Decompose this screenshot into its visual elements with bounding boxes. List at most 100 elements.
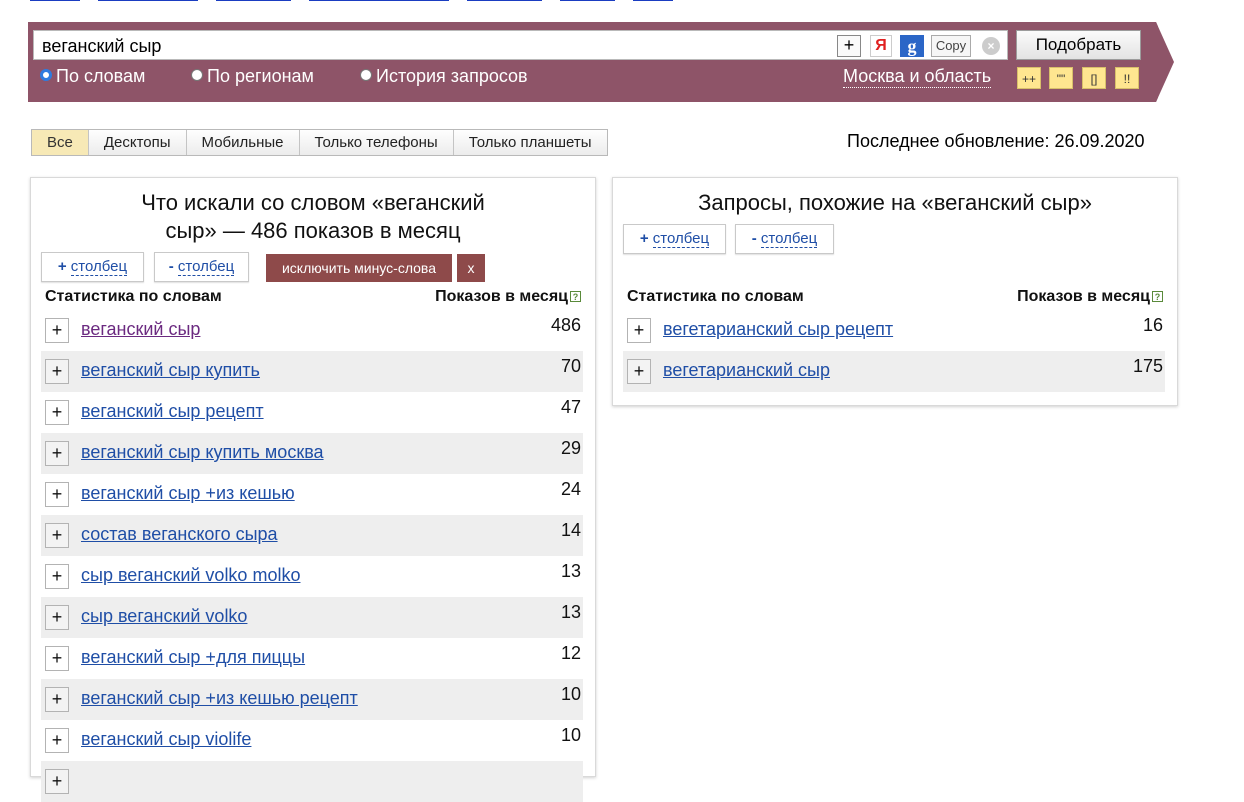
add-phrase-button[interactable]: + bbox=[627, 318, 651, 343]
impressions-count: 16 bbox=[1142, 315, 1163, 335]
phrase-link[interactable]: сыр веганский volko bbox=[81, 606, 247, 627]
add-phrase-button[interactable]: + bbox=[45, 359, 69, 384]
col-header-impressions: Показов в месяц? bbox=[1017, 288, 1163, 306]
impressions-count: 10 bbox=[560, 684, 581, 704]
impressions-count: 13 bbox=[560, 561, 581, 581]
add-phrase-button[interactable]: + bbox=[45, 400, 69, 425]
right-panel-title: Запросы, похожие на «веганский сыр» bbox=[698, 190, 1092, 215]
phrase-link[interactable]: вегетарианский сыр рецепт bbox=[663, 319, 893, 340]
add-phrase-button[interactable]: + bbox=[45, 482, 69, 507]
search-input[interactable]: веганский сыр + Я g Copy × bbox=[33, 30, 1008, 60]
phrase-link[interactable]: веганский сыр +из кешью bbox=[81, 483, 295, 504]
minus-sign: - bbox=[168, 258, 174, 275]
add-phrase-button[interactable]: + bbox=[45, 687, 69, 712]
submit-button[interactable]: Подобрать bbox=[1016, 30, 1141, 60]
tab-phones-only[interactable]: Только телефоны bbox=[299, 130, 454, 155]
region-link[interactable]: Москва и область bbox=[843, 66, 992, 88]
add-phrase-button[interactable]: + bbox=[45, 318, 69, 343]
radio-by-regions[interactable]: По регионам bbox=[191, 66, 314, 87]
left-panel-title: Что искали со словом «веганский сыр» — 4… bbox=[31, 189, 595, 245]
impressions-count: 29 bbox=[560, 438, 581, 458]
clear-icon[interactable]: × bbox=[982, 37, 1000, 55]
operator-exclaim-button[interactable]: !! bbox=[1115, 67, 1139, 89]
minus-sign: - bbox=[751, 230, 757, 247]
radio-label: По регионам bbox=[207, 66, 314, 86]
table-row: + веганский сыр +для пиццы 12 bbox=[41, 638, 583, 679]
plus-sign: + bbox=[639, 230, 649, 247]
remove-column-button[interactable]: - столбец bbox=[735, 224, 834, 254]
phrase-link[interactable]: веганский сыр bbox=[81, 319, 200, 340]
table-row: + bbox=[41, 761, 583, 802]
table-row: + веганский сыр 486 bbox=[41, 310, 583, 351]
add-phrase-button[interactable]: + bbox=[45, 564, 69, 589]
right-results-panel: Запросы, похожие на «веганский сыр» + ст… bbox=[612, 177, 1178, 406]
left-title-line2: сыр» — 486 показов в месяц bbox=[165, 218, 461, 243]
add-column-label: столбец bbox=[652, 230, 710, 248]
search-query-text[interactable]: веганский сыр bbox=[42, 36, 161, 57]
top-nav-cut bbox=[30, 0, 730, 2]
yandex-icon[interactable]: Я bbox=[870, 35, 892, 57]
impressions-count: 24 bbox=[560, 479, 581, 499]
phrase-link[interactable]: веганский сыр +из кешью рецепт bbox=[81, 688, 358, 709]
operator-brackets-button[interactable]: [] bbox=[1082, 67, 1106, 89]
radio-dot[interactable] bbox=[40, 69, 52, 81]
copy-button[interactable]: Copy bbox=[931, 35, 971, 57]
add-phrase-button[interactable]: + bbox=[45, 523, 69, 548]
table-row: + вегетарианский сыр рецепт 16 bbox=[623, 310, 1165, 351]
col-header-impressions-label: Показов в месяц bbox=[1017, 288, 1150, 305]
impressions-count: 12 bbox=[560, 643, 581, 663]
table-row: + веганский сыр violife 10 bbox=[41, 720, 583, 761]
tab-tablets-only[interactable]: Только планшеты bbox=[453, 130, 607, 155]
google-icon[interactable]: g bbox=[900, 35, 924, 57]
add-phrase-button[interactable]: + bbox=[45, 441, 69, 466]
remove-column-button[interactable]: - столбец bbox=[154, 252, 249, 282]
phrase-link[interactable]: сыр веганский volko molko bbox=[81, 565, 300, 586]
left-results-list: + веганский сыр 486 + веганский сыр купить 70… bbox=[41, 310, 583, 802]
phrase-link[interactable]: веганский сыр рецепт bbox=[81, 401, 264, 422]
right-results-list: + вегетарианский сыр рецепт 16 + вегетарианс… bbox=[623, 310, 1165, 392]
col-header-words: Статистика по словам bbox=[627, 288, 804, 305]
table-row: + состав веганского сыра 14 bbox=[41, 515, 583, 556]
phrase-link[interactable]: веганский сыр купить bbox=[81, 360, 260, 381]
add-phrase-button[interactable]: + bbox=[627, 359, 651, 384]
add-phrase-button[interactable]: + bbox=[45, 646, 69, 671]
impressions-count: 486 bbox=[550, 315, 581, 335]
impressions-count: 14 bbox=[560, 520, 581, 540]
phrase-link[interactable]: вегетарианский сыр bbox=[663, 360, 830, 381]
table-row: + сыр веганский volko 13 bbox=[41, 597, 583, 638]
tab-mobile[interactable]: Мобильные bbox=[186, 130, 300, 155]
radio-history[interactable]: История запросов bbox=[360, 66, 528, 87]
phrase-link[interactable]: веганский сыр violife bbox=[81, 729, 251, 750]
impressions-count: 10 bbox=[560, 725, 581, 745]
operator-plus-button[interactable]: ++ bbox=[1017, 67, 1041, 89]
radio-dot[interactable] bbox=[360, 69, 372, 81]
operator-quotes-button[interactable]: "" bbox=[1049, 67, 1073, 89]
impressions-count: 13 bbox=[560, 602, 581, 622]
plus-operator-icon[interactable]: + bbox=[837, 35, 861, 57]
phrase-link[interactable]: веганский сыр +для пиццы bbox=[81, 647, 305, 668]
add-phrase-button[interactable]: + bbox=[45, 769, 69, 794]
add-column-button[interactable]: + столбец bbox=[623, 224, 726, 254]
add-phrase-button[interactable]: + bbox=[45, 605, 69, 630]
table-row: + веганский сыр +из кешью рецепт 10 bbox=[41, 679, 583, 720]
tab-all[interactable]: Все bbox=[32, 130, 89, 155]
exclude-close-button[interactable]: x bbox=[457, 254, 485, 282]
add-column-label: столбец bbox=[70, 258, 128, 276]
radio-dot[interactable] bbox=[191, 69, 203, 81]
radio-label: История запросов bbox=[376, 66, 528, 86]
left-title-line1: Что искали со словом «веганский bbox=[141, 190, 485, 215]
help-icon[interactable]: ? bbox=[570, 291, 581, 302]
table-row: + вегетарианский сыр 175 bbox=[623, 351, 1165, 392]
table-row: + сыр веганский volko molko 13 bbox=[41, 556, 583, 597]
device-tabs: Все Десктопы Мобильные Только телефоны Т… bbox=[31, 129, 608, 156]
add-phrase-button[interactable]: + bbox=[45, 728, 69, 753]
exclude-minus-words-button[interactable]: исключить минус-слова bbox=[266, 254, 452, 282]
phrase-link[interactable]: состав веганского сыра bbox=[81, 524, 278, 545]
remove-column-label: столбец bbox=[760, 230, 818, 248]
phrase-link[interactable]: веганский сыр купить москва bbox=[81, 442, 324, 463]
tab-desktops[interactable]: Десктопы bbox=[88, 130, 187, 155]
add-column-button[interactable]: + столбец bbox=[41, 252, 144, 282]
radio-by-words[interactable]: По словам bbox=[40, 66, 145, 87]
last-update-text: Последнее обновление: 26.09.2020 bbox=[847, 131, 1145, 151]
help-icon[interactable]: ? bbox=[1152, 291, 1163, 302]
